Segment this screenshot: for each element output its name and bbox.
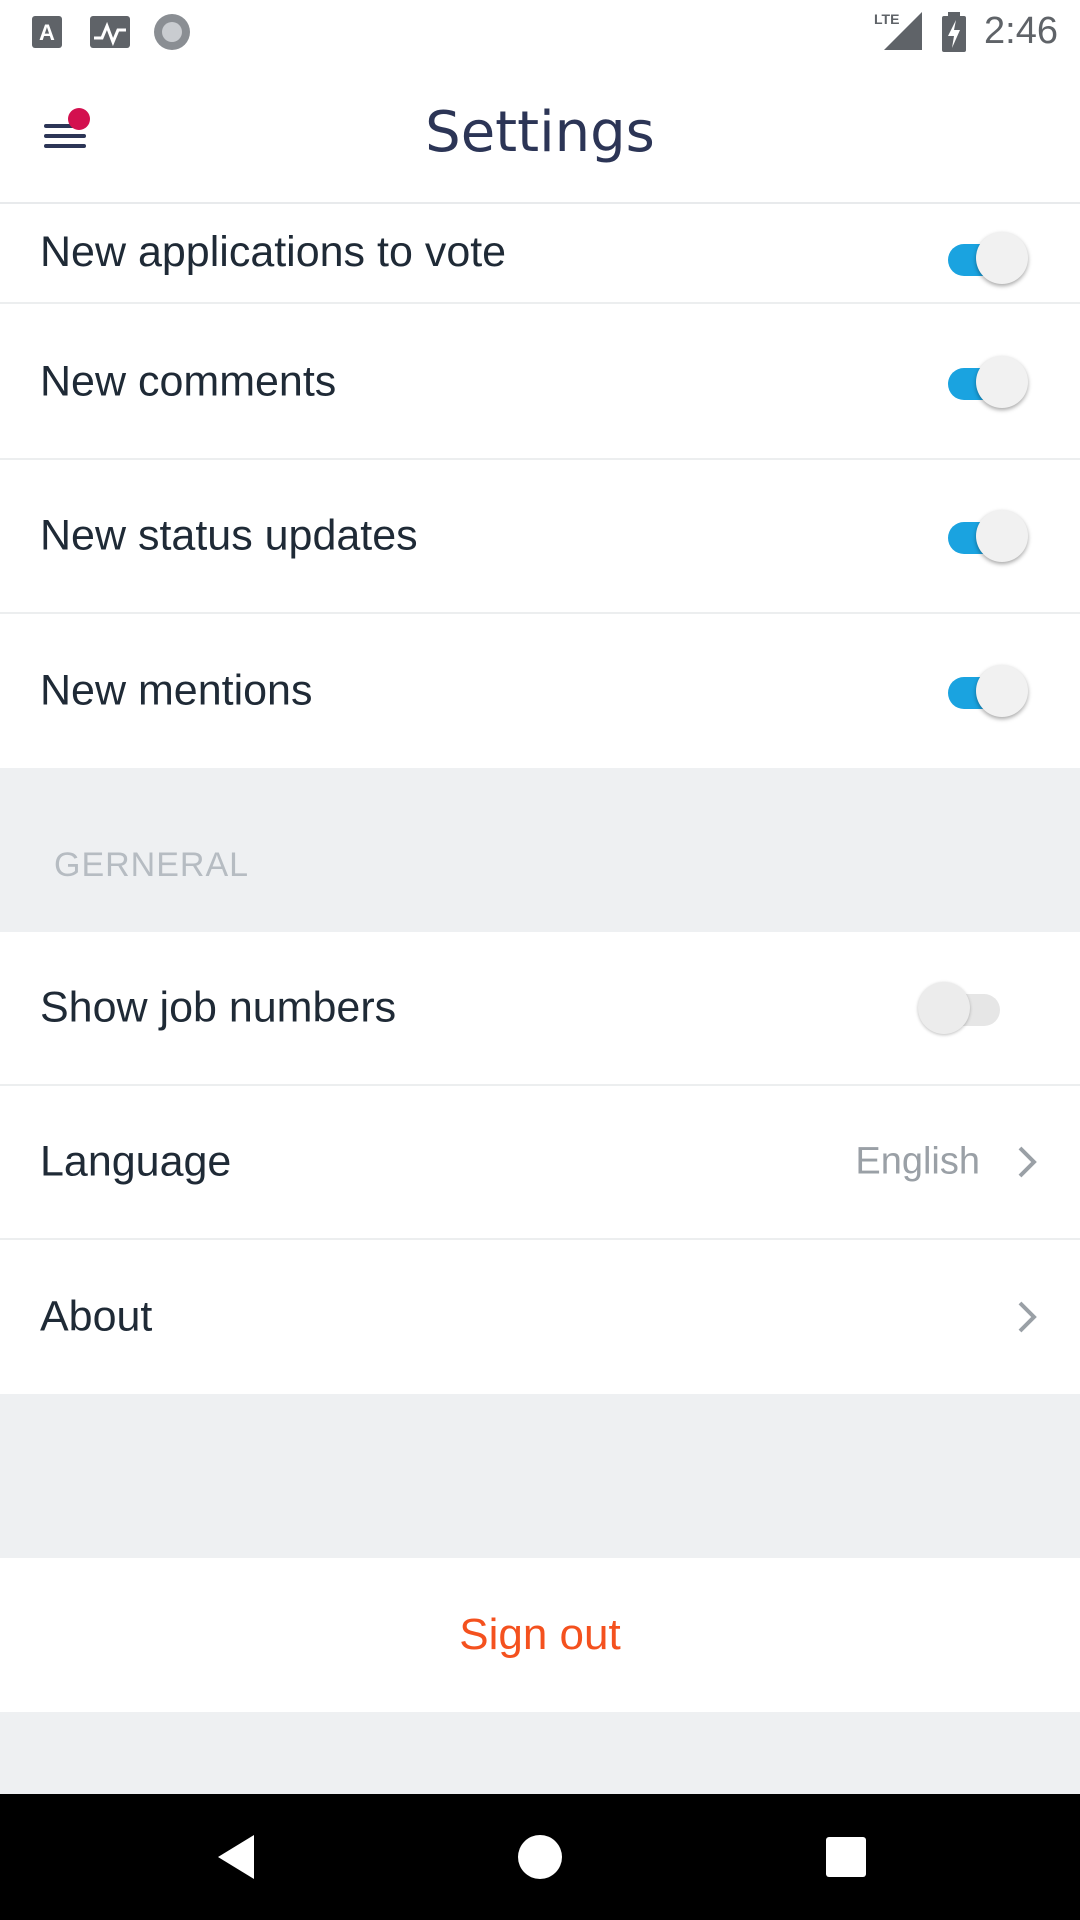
toggle-knob: [976, 665, 1028, 717]
setting-label: Show job numbers: [40, 983, 397, 1032]
app-bar: Settings: [0, 64, 1080, 204]
setting-label: About: [40, 1292, 153, 1341]
setting-row-new-comments[interactable]: New comments: [0, 306, 1080, 460]
svg-text:LTE: LTE: [874, 11, 899, 27]
toggle-new-applications[interactable]: [942, 230, 1028, 286]
setting-row-about[interactable]: About: [0, 1240, 1080, 1394]
toggle-new-status-updates[interactable]: [942, 508, 1028, 564]
section-title: GERNERAL: [54, 846, 250, 884]
record-icon: [152, 14, 192, 59]
toggle-knob: [976, 232, 1028, 284]
toggle-knob: [976, 356, 1028, 408]
system-nav-bar: [0, 1794, 1080, 1920]
setting-label: New status updates: [40, 511, 418, 560]
page-title: Settings: [425, 100, 655, 165]
battery-charging-icon: [940, 12, 968, 57]
section-header-general: GERNERAL: [0, 768, 1080, 932]
toggle-show-job-numbers[interactable]: [918, 980, 1012, 1036]
toggle-knob: [918, 982, 970, 1034]
setting-row-show-job-numbers[interactable]: Show job numbers: [0, 932, 1080, 1086]
toggle-new-mentions[interactable]: [942, 663, 1028, 719]
language-value: English: [855, 1140, 980, 1183]
setting-row-new-status-updates[interactable]: New status updates: [0, 460, 1080, 614]
section-spacer: [0, 1394, 1080, 1558]
back-icon[interactable]: [210, 1829, 266, 1885]
chevron-right-icon: [1012, 1142, 1042, 1182]
setting-label: New mentions: [40, 666, 313, 715]
chevron-right-icon: [1012, 1297, 1042, 1337]
toggle-knob: [976, 510, 1028, 562]
sign-out-label: Sign out: [459, 1610, 621, 1659]
text-a-icon: A: [32, 14, 64, 55]
toggle-new-comments[interactable]: [942, 354, 1028, 410]
setting-row-new-mentions[interactable]: New mentions: [0, 614, 1080, 768]
home-icon[interactable]: [512, 1829, 568, 1885]
setting-row-language[interactable]: Language English: [0, 1086, 1080, 1240]
setting-label: Language: [40, 1137, 232, 1186]
lte-signal-icon: LTE: [872, 10, 924, 57]
status-bar: A LTE 2:46: [0, 0, 1080, 64]
bottom-spacer: [0, 1712, 1080, 1794]
sign-out-button[interactable]: Sign out: [0, 1558, 1080, 1712]
setting-row-new-applications[interactable]: New applications to vote: [0, 206, 1080, 304]
setting-label: New comments: [40, 357, 337, 406]
setting-label: New applications to vote: [40, 228, 507, 276]
svg-text:A: A: [39, 20, 55, 45]
clock: 2:46: [984, 10, 1058, 52]
recents-icon[interactable]: [818, 1829, 874, 1885]
activity-icon: [90, 14, 132, 55]
